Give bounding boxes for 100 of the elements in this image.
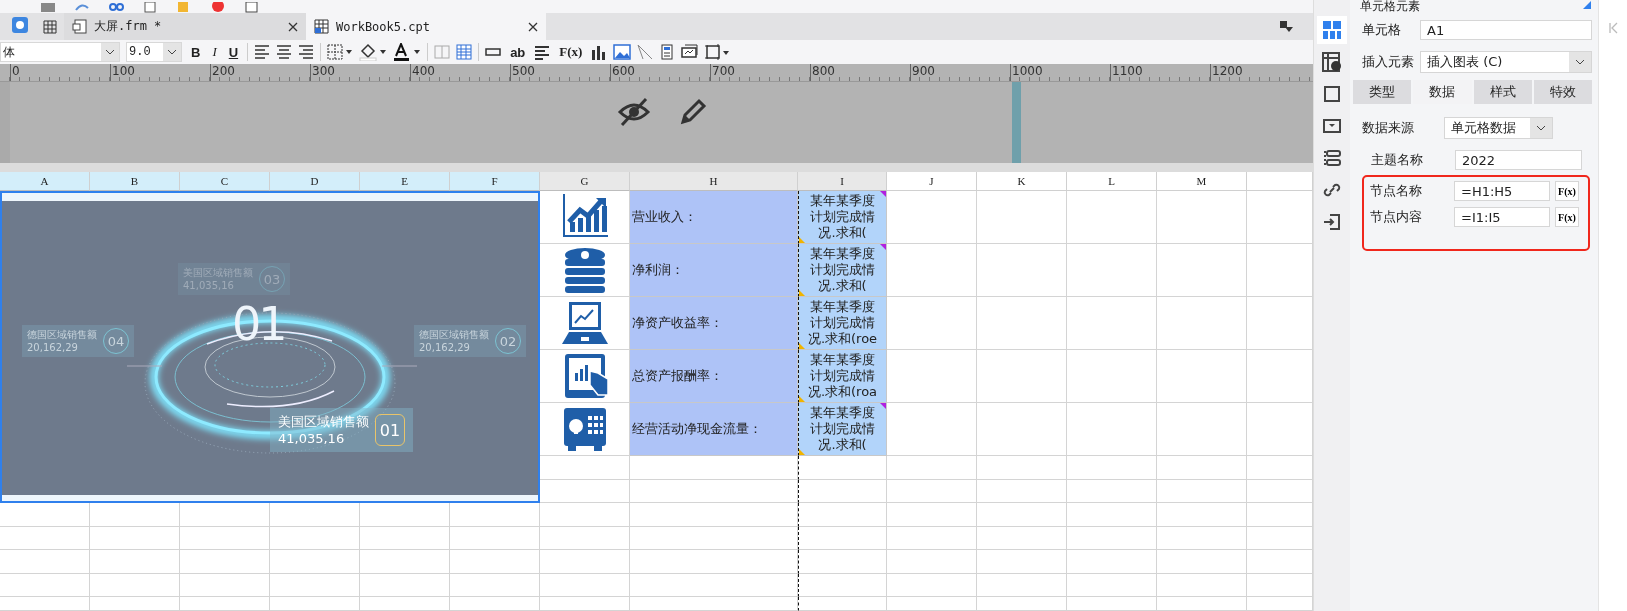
merge-cells-icon[interactable]: [434, 44, 451, 60]
align-right-icon[interactable]: [298, 44, 315, 60]
empty-cell[interactable]: [630, 526, 798, 550]
empty-cell[interactable]: [630, 479, 798, 503]
empty-cell[interactable]: [360, 526, 450, 550]
empty-cell[interactable]: [1067, 244, 1157, 297]
formula-button[interactable]: F(x): [1555, 207, 1579, 227]
input-field[interactable]: A1: [1420, 20, 1592, 40]
empty-cell[interactable]: [450, 526, 540, 550]
empty-cell[interactable]: [798, 550, 887, 574]
empty-cell[interactable]: [887, 597, 977, 611]
empty-cell[interactable]: [90, 503, 180, 527]
empty-cell[interactable]: [360, 573, 450, 597]
empty-cell[interactable]: [0, 597, 90, 611]
italic-button[interactable]: I: [209, 42, 220, 62]
dropdown[interactable]: 单元格数据: [1444, 117, 1553, 139]
caret-icon[interactable]: [168, 49, 176, 55]
image-icon[interactable]: [613, 44, 632, 60]
empty-cell[interactable]: [360, 503, 450, 527]
empty-cell[interactable]: [798, 526, 887, 550]
report-icon[interactable]: [681, 44, 700, 60]
empty-cell[interactable]: [977, 526, 1067, 550]
border-icon[interactable]: [327, 44, 354, 60]
empty-cell[interactable]: [630, 597, 798, 611]
empty-cell[interactable]: [1157, 456, 1247, 480]
slash-icon[interactable]: [637, 44, 654, 60]
column-header[interactable]: C: [180, 172, 270, 191]
file-tab[interactable]: WorkBook5.cpt: [306, 13, 546, 40]
empty-cell[interactable]: [450, 597, 540, 611]
empty-cell[interactable]: [1157, 191, 1247, 244]
grid-icon[interactable]: [43, 19, 57, 34]
empty-cell[interactable]: [180, 503, 270, 527]
table-icon[interactable]: [456, 44, 473, 60]
empty-cell[interactable]: [1067, 550, 1157, 574]
empty-cell[interactable]: [977, 297, 1067, 350]
close-icon[interactable]: [528, 21, 538, 32]
empty-cell[interactable]: [798, 597, 887, 611]
empty-cell[interactable]: [270, 526, 360, 550]
empty-cell[interactable]: [180, 526, 270, 550]
empty-cell[interactable]: [798, 456, 887, 480]
empty-cell[interactable]: [0, 550, 90, 574]
column-header[interactable]: D: [270, 172, 360, 191]
first-page-icon[interactable]: [1608, 22, 1618, 34]
empty-cell[interactable]: [90, 573, 180, 597]
empty-cell[interactable]: [887, 479, 977, 503]
text-button[interactable]: ab: [507, 42, 529, 62]
column-header[interactable]: I: [798, 172, 887, 191]
empty-cell[interactable]: [450, 550, 540, 574]
empty-cell[interactable]: [977, 244, 1067, 297]
underline-button[interactable]: U: [225, 42, 242, 62]
empty-cell[interactable]: [977, 456, 1067, 480]
fill-color-icon[interactable]: [359, 43, 388, 61]
formula-button[interactable]: F(x): [1555, 181, 1579, 201]
text-lines-icon[interactable]: [534, 44, 551, 60]
empty-cell[interactable]: [1067, 191, 1157, 244]
frame-icon[interactable]: [705, 44, 730, 60]
empty-cell[interactable]: [540, 573, 630, 597]
empty-cell[interactable]: [1067, 403, 1157, 456]
empty-cell[interactable]: [1067, 526, 1157, 550]
empty-cell[interactable]: [90, 597, 180, 611]
empty-cell[interactable]: [1157, 244, 1247, 297]
align-center-icon[interactable]: [276, 44, 293, 60]
bold-button[interactable]: B: [188, 42, 204, 62]
empty-cell[interactable]: [1157, 403, 1247, 456]
pencil-icon[interactable]: [678, 97, 707, 126]
font-dropdown[interactable]: 体: [0, 42, 120, 62]
panel-tab[interactable]: 样式: [1473, 80, 1532, 104]
empty-cell[interactable]: [0, 503, 90, 527]
empty-cell[interactable]: [270, 597, 360, 611]
empty-cell[interactable]: [540, 597, 630, 611]
column-header[interactable]: B: [90, 172, 180, 191]
empty-cell[interactable]: [1067, 456, 1157, 480]
empty-cell[interactable]: [630, 503, 798, 527]
column-header[interactable]: F: [450, 172, 540, 191]
empty-cell[interactable]: [977, 550, 1067, 574]
formula-button[interactable]: F(x): [556, 42, 586, 62]
empty-cell[interactable]: [1157, 573, 1247, 597]
menu-icon[interactable]: [1279, 20, 1293, 33]
caret-icon[interactable]: [1537, 125, 1545, 131]
empty-cell[interactable]: [540, 479, 630, 503]
empty-cell[interactable]: [630, 550, 798, 574]
ruler-marker[interactable]: [1012, 82, 1021, 163]
empty-cell[interactable]: [798, 573, 887, 597]
document-icon[interactable]: [659, 44, 676, 60]
empty-cell[interactable]: [1157, 297, 1247, 350]
empty-cell[interactable]: [360, 597, 450, 611]
empty-cell[interactable]: [1067, 597, 1157, 611]
empty-cell[interactable]: [180, 550, 270, 574]
empty-cell[interactable]: [887, 550, 977, 574]
empty-cell[interactable]: [270, 503, 360, 527]
empty-cell[interactable]: [1157, 597, 1247, 611]
eye-slash-icon[interactable]: [616, 96, 651, 127]
empty-cell[interactable]: [977, 573, 1067, 597]
empty-cell[interactable]: [0, 573, 90, 597]
empty-cell[interactable]: [540, 456, 630, 480]
empty-cell[interactable]: [90, 550, 180, 574]
empty-cell[interactable]: [977, 503, 1067, 527]
empty-cell[interactable]: [977, 191, 1067, 244]
redo-icon[interactable]: [74, 2, 90, 13]
empty-cell[interactable]: [270, 573, 360, 597]
